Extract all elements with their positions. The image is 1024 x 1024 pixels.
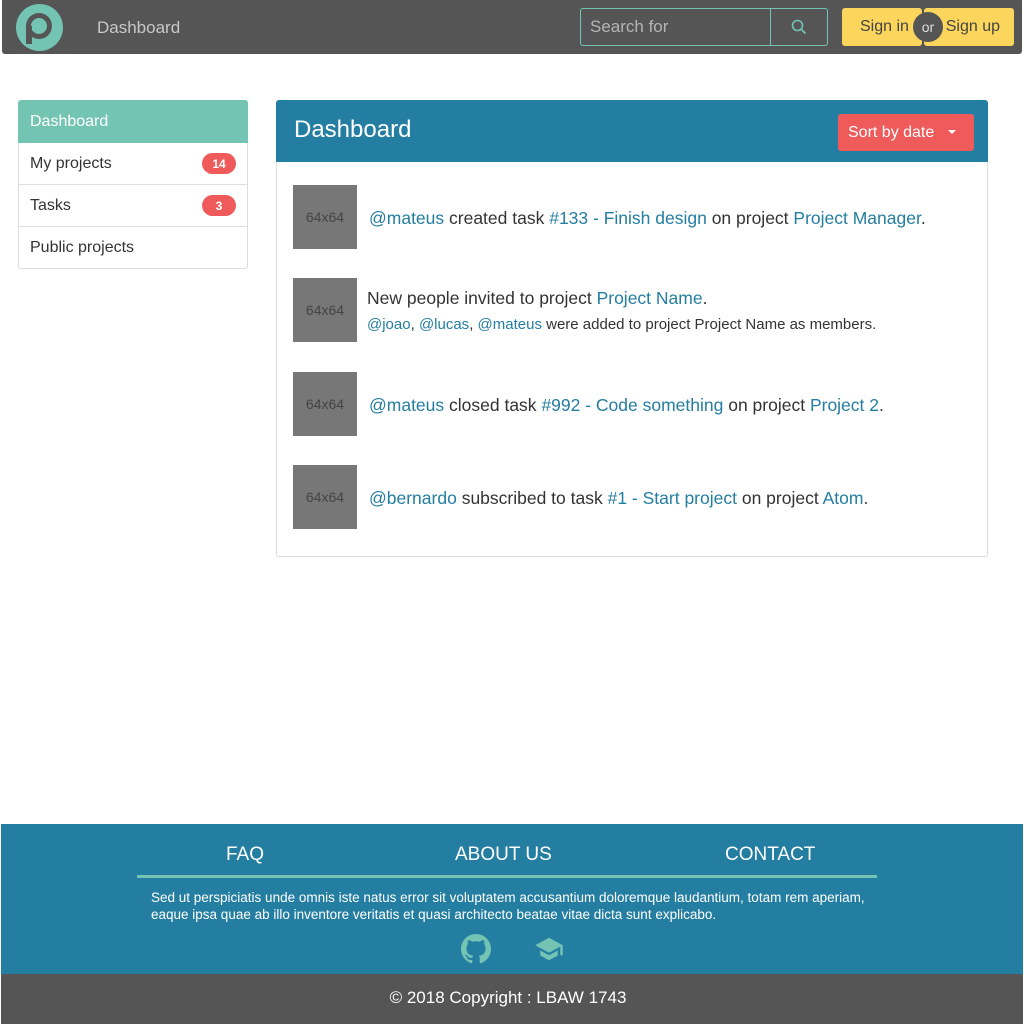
feed-text: New people invited to project Project Na… <box>367 288 707 309</box>
feed-text: @mateus created task #133 - Finish desig… <box>369 208 926 229</box>
sort-label: Sort by date <box>848 123 935 141</box>
task-link[interactable]: #1 - Start project <box>608 488 737 508</box>
feed-end: . <box>702 288 708 308</box>
feed-connector: on project <box>736 488 823 508</box>
feed-action: subscribed to task <box>456 488 608 508</box>
page-title: Dashboard <box>294 116 412 143</box>
navbar: Dashboard Sign in Sign up or <box>2 0 1022 54</box>
sidebar-item-tasks[interactable]: Tasks 3 <box>18 185 248 227</box>
user-link[interactable]: @lucas <box>419 316 469 333</box>
search-icon <box>791 19 807 35</box>
separator: , <box>410 316 419 333</box>
sidebar-item-dashboard[interactable]: Dashboard <box>18 100 248 143</box>
search-form <box>580 8 828 46</box>
feed-text: @mateus closed task #992 - Code somethin… <box>369 395 884 416</box>
sidebar-item-label: Tasks <box>30 196 71 214</box>
dashboard-panel: Dashboard Sort by date 64x64 @mateus cre… <box>276 100 988 557</box>
panel-header: Dashboard Sort by date <box>276 100 988 162</box>
nav-title[interactable]: Dashboard <box>97 18 180 38</box>
project-link[interactable]: Project 2 <box>810 395 879 415</box>
task-link[interactable]: #992 - Code something <box>541 395 723 415</box>
footer-nav: FAQ ABOUT US CONTACT <box>137 842 877 878</box>
project-link[interactable]: Project Manager <box>793 208 920 228</box>
feed-connector: on project <box>706 208 794 228</box>
project-link[interactable]: Atom <box>823 488 864 508</box>
footer-link-faq[interactable]: FAQ <box>226 844 264 866</box>
feed-action: created task <box>444 208 550 228</box>
task-link[interactable]: #133 - Finish design <box>549 208 707 228</box>
separator: , <box>469 316 478 333</box>
footer-link-contact[interactable]: CONTACT <box>725 844 815 866</box>
sidebar-item-public-projects[interactable]: Public projects <box>18 227 248 269</box>
or-separator: or <box>913 12 943 42</box>
sort-dropdown[interactable]: Sort by date <box>838 114 974 151</box>
footer: FAQ ABOUT US CONTACT Sed ut perspiciatis… <box>1 824 1023 974</box>
footer-link-about[interactable]: ABOUT US <box>455 844 552 866</box>
avatar-placeholder: 64x64 <box>293 278 357 342</box>
sidebar-item-label: Dashboard <box>30 112 109 130</box>
copyright-bar: © 2018 Copyright : LBAW 1743 <box>1 974 1023 1024</box>
p-logo-icon[interactable] <box>16 4 63 51</box>
user-link[interactable]: @mateus <box>478 316 542 333</box>
user-link[interactable]: @joao <box>367 316 411 333</box>
feed-action: New people invited to project <box>367 288 597 308</box>
sidebar-item-label: My projects <box>30 154 112 172</box>
feed-end: . <box>920 208 926 228</box>
auth-group: Sign in Sign up or <box>842 8 1014 46</box>
search-input[interactable] <box>581 9 771 45</box>
feed-end: . <box>879 395 884 415</box>
sign-in-button[interactable]: Sign in <box>842 8 922 46</box>
feed-sub-text: were added to project Project Name as me… <box>541 316 877 333</box>
github-icon[interactable] <box>461 934 491 964</box>
avatar-placeholder: 64x64 <box>293 465 357 529</box>
feed-end: . <box>863 488 869 508</box>
count-badge: 14 <box>202 153 236 174</box>
count-badge: 3 <box>202 195 236 216</box>
footer-icons <box>461 934 571 964</box>
user-link[interactable]: @bernardo <box>369 488 457 508</box>
caret-down-icon <box>948 130 956 134</box>
search-button[interactable] <box>771 9 827 45</box>
feed-subtext: @joao, @lucas, @mateus were added to pro… <box>367 316 876 333</box>
avatar-placeholder: 64x64 <box>293 185 357 249</box>
graduation-cap-icon[interactable] <box>534 934 564 964</box>
footer-description: Sed ut perspiciatis unde omnis iste natu… <box>151 890 865 922</box>
user-link[interactable]: @mateus <box>369 395 444 415</box>
sidebar-item-label: Public projects <box>30 238 135 256</box>
project-link[interactable]: Project Name <box>597 288 703 308</box>
feed-connector: on project <box>723 395 810 415</box>
feed-action: closed task <box>444 395 542 415</box>
avatar-placeholder: 64x64 <box>293 372 357 436</box>
feed-text: @bernardo subscribed to task #1 - Start … <box>369 488 868 509</box>
copyright-text: © 2018 Copyright : LBAW 1743 <box>389 988 627 1007</box>
sidebar-item-my-projects[interactable]: My projects 14 <box>18 143 248 185</box>
sidebar: Dashboard My projects 14 Tasks 3 Public … <box>18 100 248 269</box>
user-link[interactable]: @mateus <box>369 208 444 228</box>
